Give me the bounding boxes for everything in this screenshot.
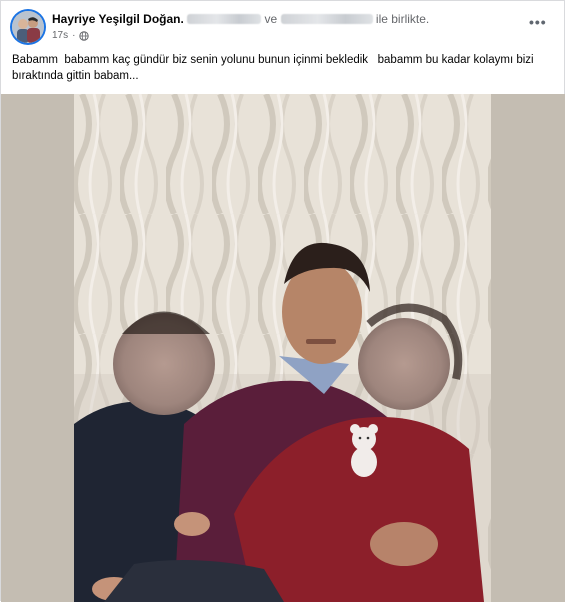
author-name[interactable]: Hayriye Yeşilgil Doğan. [52,12,184,26]
post-header: Hayriye Yeşilgil Doğan. ve ile birlikte.… [1,1,565,47]
post-photo[interactable] [74,94,491,602]
post-caption: Babamm babamm kaç gündür biz senin yolun… [12,54,537,82]
globe-icon[interactable] [79,30,90,41]
redacted-tagged-name [280,14,373,24]
more-options-icon[interactable]: ••• [529,15,547,31]
author-avatar[interactable] [12,11,44,43]
post-photo-container[interactable] [1,94,565,602]
post-timestamp[interactable]: 17s [52,30,68,41]
post-meta: 17s · [52,30,90,41]
facebook-post: Hayriye Yeşilgil Doğan. ve ile birlikte.… [0,0,565,602]
photo-image [74,94,491,602]
post-title-line: Hayriye Yeşilgil Doğan. ve ile birlikte. [52,12,429,27]
avatar-image [12,11,44,43]
tag-connector: ve [264,12,278,26]
tag-suffix: ile birlikte. [375,12,430,26]
redacted-tagged-name [187,14,262,24]
